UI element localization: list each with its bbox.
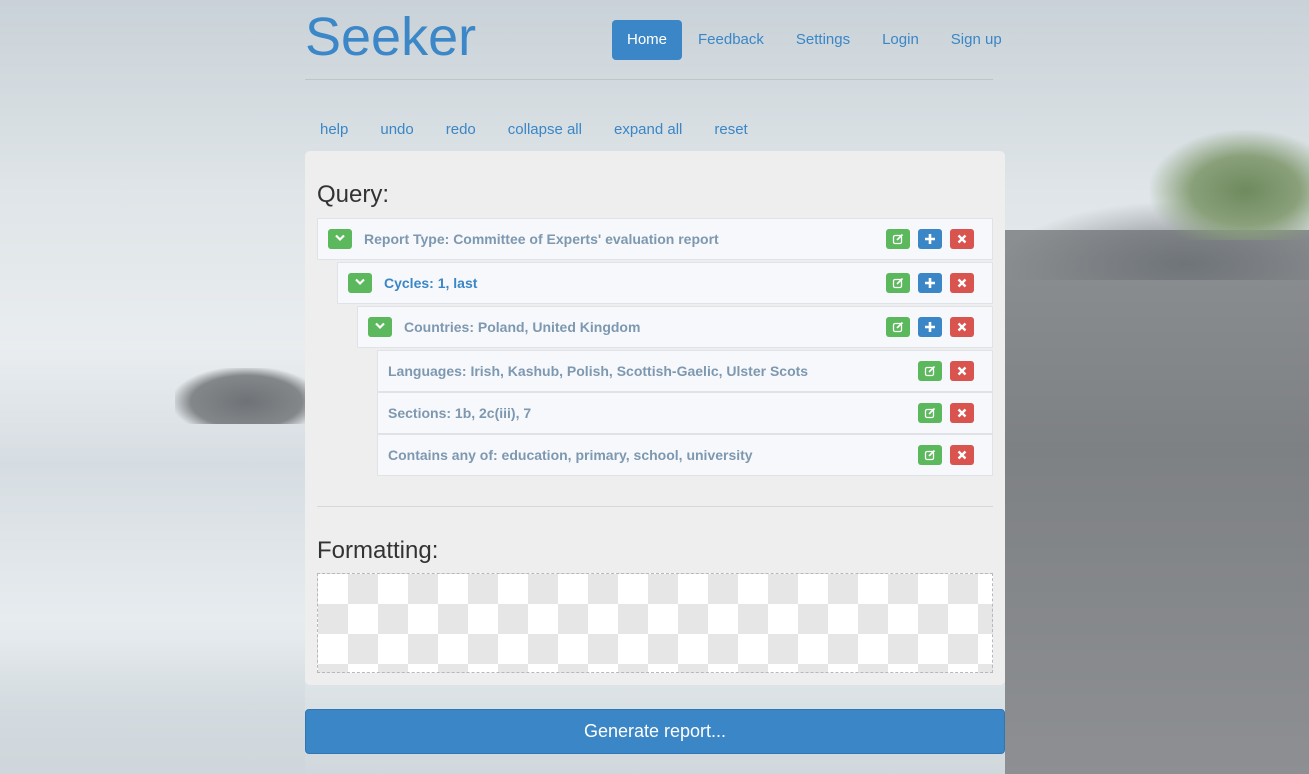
query-row-report-type: Report Type: Committee of Experts' evalu… [317, 218, 993, 260]
main-nav: Home Feedback Settings Login Sign up [612, 20, 1018, 60]
delete-icon [957, 278, 967, 288]
add-button[interactable] [918, 229, 942, 249]
formatting-drop-area[interactable] [317, 573, 993, 673]
chevron-down-icon [335, 234, 345, 242]
delete-button[interactable] [950, 229, 974, 249]
background-water [0, 640, 305, 774]
delete-icon [957, 450, 967, 460]
delete-icon [957, 408, 967, 418]
help-link[interactable]: help [305, 118, 363, 142]
edit-icon [924, 407, 936, 419]
formatting-heading: Formatting: [317, 537, 439, 564]
background-rock [175, 368, 305, 424]
delete-button[interactable] [950, 273, 974, 293]
query-row-cycles: Cycles: 1, last [337, 262, 993, 304]
add-button[interactable] [918, 273, 942, 293]
add-icon [925, 278, 935, 288]
generate-report-button[interactable]: Generate report... [305, 709, 1005, 754]
query-row-label: Sections: 1b, 2c(iii), 7 [388, 405, 532, 421]
collapse-toggle[interactable] [368, 317, 392, 337]
add-icon [925, 234, 935, 244]
nav-home[interactable]: Home [612, 20, 683, 60]
edit-icon [892, 321, 904, 333]
query-row-label: Report Type: Committee of Experts' evalu… [364, 231, 719, 247]
query-row-contains: Contains any of: education, primary, sch… [377, 434, 993, 476]
nav-settings[interactable]: Settings [780, 20, 866, 60]
reset-link[interactable]: reset [697, 118, 762, 142]
add-icon [925, 322, 935, 332]
edit-icon [924, 365, 936, 377]
delete-button[interactable] [950, 317, 974, 337]
edit-button[interactable] [886, 317, 910, 337]
undo-link[interactable]: undo [363, 118, 428, 142]
chevron-down-icon [355, 278, 365, 286]
redo-link[interactable]: redo [429, 118, 491, 142]
delete-button[interactable] [950, 403, 974, 423]
nav-login[interactable]: Login [866, 20, 935, 60]
delete-button[interactable] [950, 445, 974, 465]
query-row-countries: Countries: Poland, United Kingdom [357, 306, 993, 348]
background-tree [1150, 130, 1309, 240]
edit-icon [892, 277, 904, 289]
edit-button[interactable] [886, 273, 910, 293]
expand-all-link[interactable]: expand all [597, 118, 697, 142]
collapse-toggle[interactable] [348, 273, 372, 293]
query-panel: Query: Report Type: Committee of Experts… [305, 151, 1005, 685]
query-row-label: Cycles: 1, last [384, 275, 478, 291]
nav-sign-up[interactable]: Sign up [935, 20, 1018, 60]
query-toolbar: help undo redo collapse all expand all r… [305, 118, 763, 142]
collapse-all-link[interactable]: collapse all [491, 118, 597, 142]
query-row-label: Countries: Poland, United Kingdom [404, 319, 641, 335]
site-logo[interactable]: Seeker [305, 6, 476, 68]
edit-button[interactable] [918, 403, 942, 423]
query-row-label: Languages: Irish, Kashub, Polish, Scotti… [388, 363, 809, 379]
query-row-label: Contains any of: education, primary, sch… [388, 447, 753, 463]
background-rocks [1005, 230, 1309, 774]
delete-icon [957, 234, 967, 244]
edit-icon [892, 233, 904, 245]
query-row-languages: Languages: Irish, Kashub, Polish, Scotti… [377, 350, 993, 392]
delete-icon [957, 322, 967, 332]
section-divider [317, 506, 993, 507]
chevron-down-icon [375, 322, 385, 330]
edit-button[interactable] [918, 445, 942, 465]
nav-feedback[interactable]: Feedback [682, 20, 780, 60]
edit-icon [924, 449, 936, 461]
edit-button[interactable] [918, 361, 942, 381]
query-row-sections: Sections: 1b, 2c(iii), 7 [377, 392, 993, 434]
query-heading: Query: [317, 181, 390, 208]
collapse-toggle[interactable] [328, 229, 352, 249]
header-divider [305, 79, 993, 80]
edit-button[interactable] [886, 229, 910, 249]
delete-icon [957, 366, 967, 376]
delete-button[interactable] [950, 361, 974, 381]
add-button[interactable] [918, 317, 942, 337]
